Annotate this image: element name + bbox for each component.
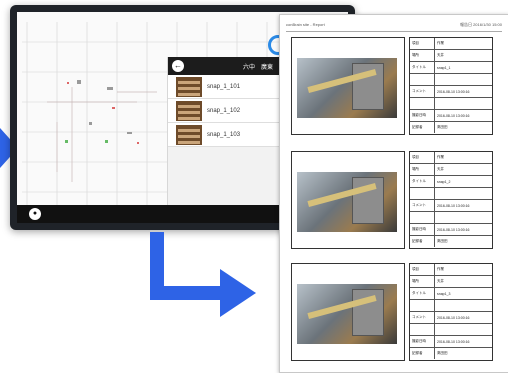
table-value: snap1_2: [437, 179, 451, 184]
table-value: [435, 188, 492, 199]
table-value: 2016-08-10 13:00:16: [437, 339, 470, 344]
table-key: [410, 212, 435, 223]
table-key: コメント: [410, 86, 435, 97]
table-value: 2016-08-10 13:00:16: [437, 315, 470, 320]
table-value: 作業: [437, 155, 444, 159]
table-key: 撮影日時: [410, 110, 435, 121]
back-arrow-icon[interactable]: ←: [172, 60, 184, 72]
table-key: タイトル: [410, 176, 435, 187]
table-key: 場所: [410, 50, 435, 61]
table-key: 記録者: [410, 236, 435, 247]
arrow-right-icon: [220, 269, 256, 317]
table-key: 記録者: [410, 122, 435, 133]
entry-table: 項目 作業 場所 天井 タイトル snap1_2 コメント 2016-08-10 13:…: [409, 151, 493, 249]
table-key: [410, 98, 435, 109]
table-key: 撮影日時: [410, 224, 435, 235]
table-key: [410, 74, 435, 85]
table-key: [410, 324, 435, 335]
table-key: タイトル: [410, 288, 435, 299]
report-document: conBrain site - Report 報告日 2016/1/30 15:…: [279, 14, 508, 373]
table-value: 2016-08-10 13:00:16: [437, 89, 470, 94]
table-value: 作業: [437, 41, 444, 45]
snapshot-thumbnail: [176, 76, 202, 97]
site-photo: [297, 58, 397, 118]
entry-table: 項目 作業 場所 天井 タイトル snap1_3 コメント 2016-08-10 13:…: [409, 263, 493, 361]
photo-frame: [291, 151, 405, 249]
table-key: 撮影日時: [410, 336, 435, 347]
header-divider: [286, 31, 502, 32]
entry-table: 項目 作業 場所 天井 タイトル snap1_1 コメント 2016-08-10 13:…: [409, 37, 493, 135]
panel-title: 六中 廣東: [242, 64, 273, 71]
table-value: 天井: [437, 53, 444, 57]
snapshot-label: snap_1_103: [207, 131, 241, 138]
table-value: 髙田田: [437, 239, 448, 243]
table-value: 作業: [437, 267, 444, 271]
table-value: [435, 300, 492, 311]
photo-frame: [291, 263, 405, 361]
table-key: 項目: [410, 264, 435, 275]
table-value: 2016-08-10 13:00:16: [437, 203, 470, 208]
camera-icon[interactable]: ●: [29, 208, 41, 220]
table-value: 天井: [437, 279, 444, 283]
arrow-shaft-horizontal: [150, 286, 225, 300]
table-value: 天井: [437, 167, 444, 171]
site-photo: [297, 284, 397, 344]
photo-frame: [291, 37, 405, 135]
table-value: 髙田田: [437, 125, 448, 129]
table-value: [435, 212, 492, 223]
table-value: 2016-08-10 13:00:16: [437, 227, 470, 232]
snapshot-thumbnail: [176, 100, 202, 121]
table-value: [435, 74, 492, 85]
table-value: snap1_1: [437, 65, 451, 70]
table-key: 項目: [410, 152, 435, 163]
table-value: 2016-08-10 13:00:16: [437, 113, 470, 118]
table-key: 項目: [410, 38, 435, 49]
table-key: 場所: [410, 276, 435, 287]
report-entry: 項目 作業 場所 天井 タイトル snap1_2 コメント 2016-08-10 13:…: [291, 151, 493, 254]
table-value: 髙田田: [437, 351, 448, 355]
table-key: コメント: [410, 312, 435, 323]
table-key: タイトル: [410, 62, 435, 73]
site-photo: [297, 172, 397, 232]
snapshot-label: snap_1_102: [207, 107, 241, 114]
report-entry: 項目 作業 場所 天井 タイトル snap1_1 コメント 2016-08-10 13:…: [291, 37, 493, 140]
snapshot-thumbnail: [176, 124, 202, 145]
table-value: snap1_3: [437, 291, 451, 296]
table-value: [435, 98, 492, 109]
table-key: コメント: [410, 200, 435, 211]
report-entry: 項目 作業 場所 天井 タイトル snap1_3 コメント 2016-08-10 13:…: [291, 263, 493, 366]
table-value: [435, 324, 492, 335]
snapshot-label: snap_1_101: [207, 83, 241, 90]
table-key: [410, 188, 435, 199]
table-key: 場所: [410, 164, 435, 175]
table-key: [410, 300, 435, 311]
table-key: 記録者: [410, 348, 435, 359]
